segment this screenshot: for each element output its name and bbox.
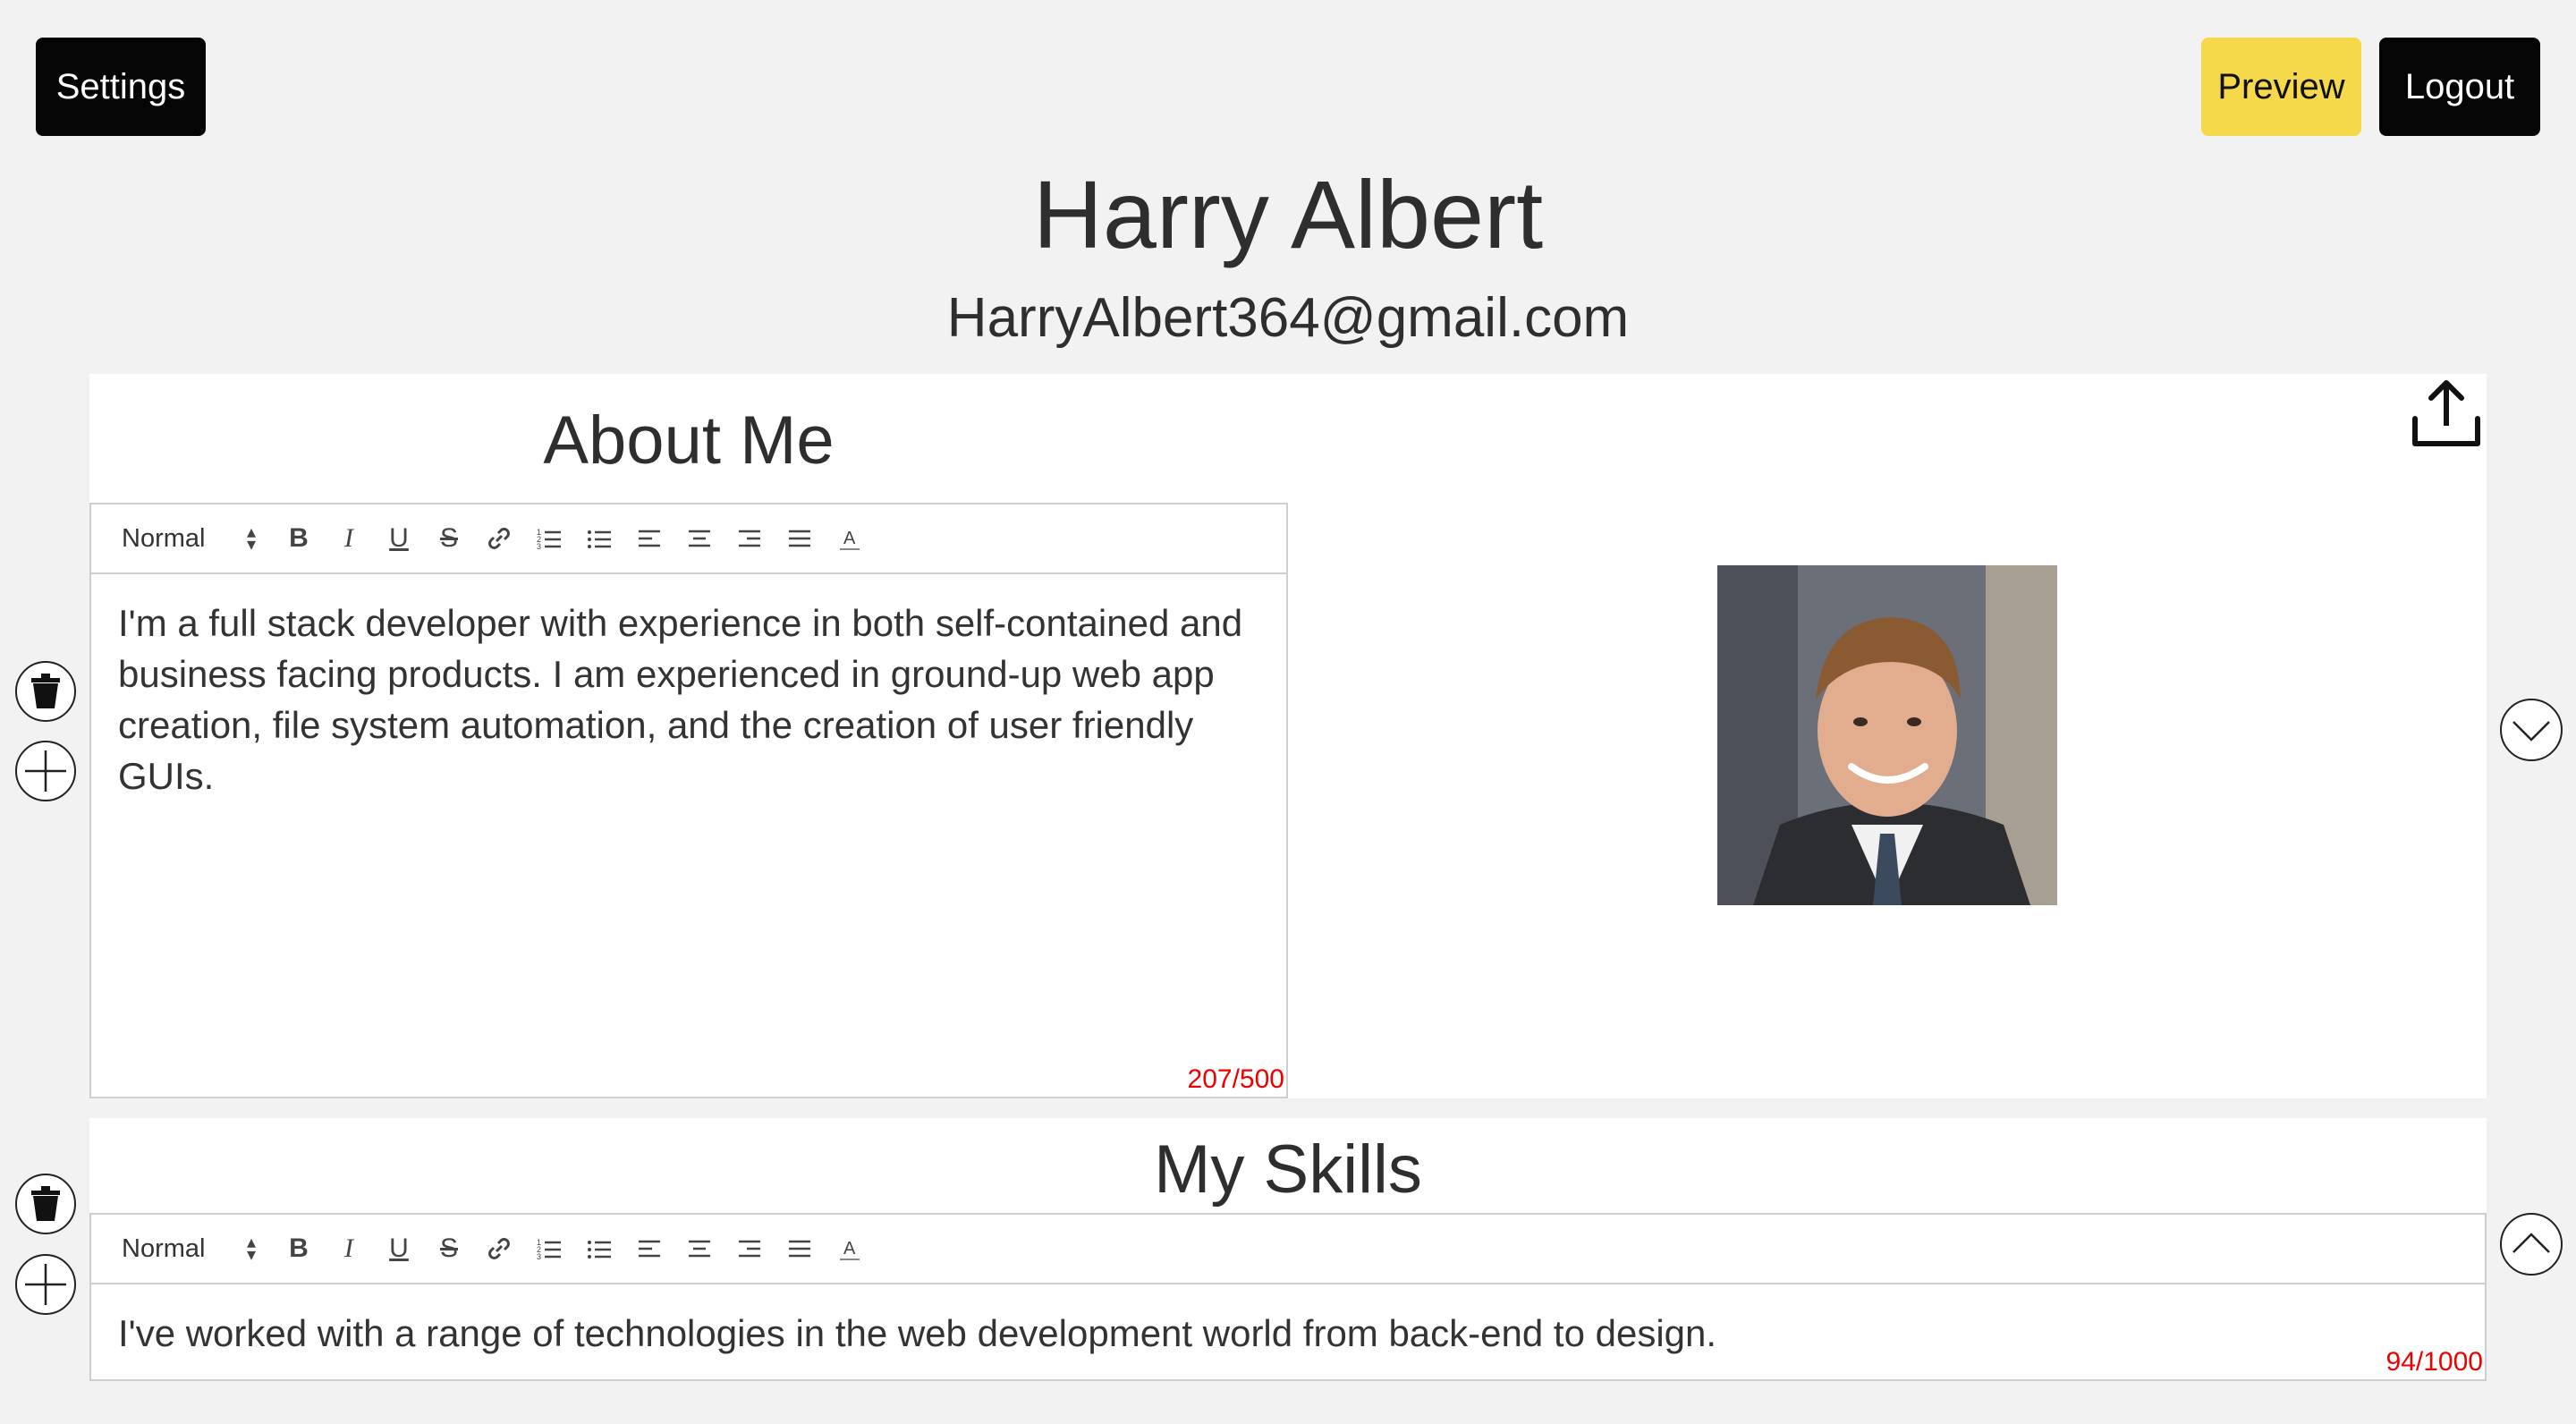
align-center-icon[interactable] (674, 1224, 724, 1274)
trash-icon[interactable] (14, 660, 77, 723)
italic-icon[interactable]: I (324, 1224, 374, 1274)
strike-icon[interactable]: S (424, 513, 474, 564)
profile-name: Harry Albert (1032, 160, 1544, 268)
format-select-label: Normal (122, 523, 206, 553)
select-arrows-icon: ▴ ▾ (246, 1233, 256, 1265)
underline-icon[interactable]: U (374, 1224, 424, 1274)
skills-title: My Skills (1154, 1132, 1422, 1208)
upload-icon[interactable] (2406, 374, 2487, 454)
chevron-up-circle-icon[interactable] (2499, 1212, 2563, 1276)
align-justify-icon[interactable] (775, 513, 825, 564)
chevron-down-circle-icon[interactable] (2499, 698, 2563, 762)
skills-char-counter: 94/1000 (2385, 1347, 2483, 1377)
text-color-icon[interactable]: A (825, 1224, 875, 1274)
svg-text:3: 3 (537, 1252, 541, 1261)
strike-icon[interactable]: S (424, 1224, 474, 1274)
editor-toolbar: Normal ▴ ▾ B I U S 123 A (91, 504, 1286, 574)
bold-icon[interactable]: B (274, 1224, 324, 1274)
align-left-icon[interactable] (624, 513, 674, 564)
profile-email: HarryAlbert364@gmail.com (946, 287, 1630, 349)
about-text[interactable]: I'm a full stack developer with experien… (91, 574, 1286, 801)
about-editor[interactable]: Normal ▴ ▾ B I U S 123 A I'm a full stac… (89, 503, 1288, 1098)
settings-button[interactable]: Settings (36, 38, 206, 136)
italic-icon[interactable]: I (324, 513, 374, 564)
preview-button[interactable]: Preview (2201, 38, 2361, 136)
trash-icon[interactable] (14, 1173, 77, 1235)
editor-toolbar: Normal ▴ ▾ B I U S 123 A (91, 1215, 2485, 1284)
underline-icon[interactable]: U (374, 513, 424, 564)
bullet-list-icon[interactable] (574, 1224, 624, 1274)
select-arrows-icon: ▴ ▾ (246, 522, 256, 555)
ordered-list-icon[interactable]: 123 (524, 1224, 574, 1274)
add-circle-icon[interactable] (14, 1253, 77, 1316)
link-icon[interactable] (474, 513, 524, 564)
format-select-label: Normal (122, 1233, 206, 1263)
about-title: About Me (543, 403, 835, 479)
svg-text:A: A (843, 1239, 856, 1259)
align-center-icon[interactable] (674, 513, 724, 564)
ordered-list-icon[interactable]: 123 (524, 513, 574, 564)
text-color-icon[interactable]: A (825, 513, 875, 564)
skills-section: My Skills Normal ▴ ▾ B I U S 123 A I've … (89, 1118, 2487, 1381)
svg-text:A: A (843, 529, 856, 548)
svg-text:3: 3 (537, 542, 541, 551)
align-right-icon[interactable] (724, 513, 775, 564)
bullet-list-icon[interactable] (574, 513, 624, 564)
link-icon[interactable] (474, 1224, 524, 1274)
about-section: About Me Normal ▴ ▾ B I U S 123 A I'm a … (89, 374, 2487, 1098)
bold-icon[interactable]: B (274, 513, 324, 564)
add-circle-icon[interactable] (14, 740, 77, 802)
align-left-icon[interactable] (624, 1224, 674, 1274)
profile-photo (1717, 565, 2057, 905)
format-select[interactable]: Normal ▴ ▾ (122, 522, 256, 555)
skills-text[interactable]: I've worked with a range of technologies… (91, 1284, 2485, 1359)
about-char-counter: 207/500 (1187, 1064, 1284, 1094)
skills-editor[interactable]: Normal ▴ ▾ B I U S 123 A I've worked wit… (89, 1213, 2487, 1381)
align-right-icon[interactable] (724, 1224, 775, 1274)
align-justify-icon[interactable] (775, 1224, 825, 1274)
logout-button[interactable]: Logout (2379, 38, 2540, 136)
format-select[interactable]: Normal ▴ ▾ (122, 1233, 256, 1265)
